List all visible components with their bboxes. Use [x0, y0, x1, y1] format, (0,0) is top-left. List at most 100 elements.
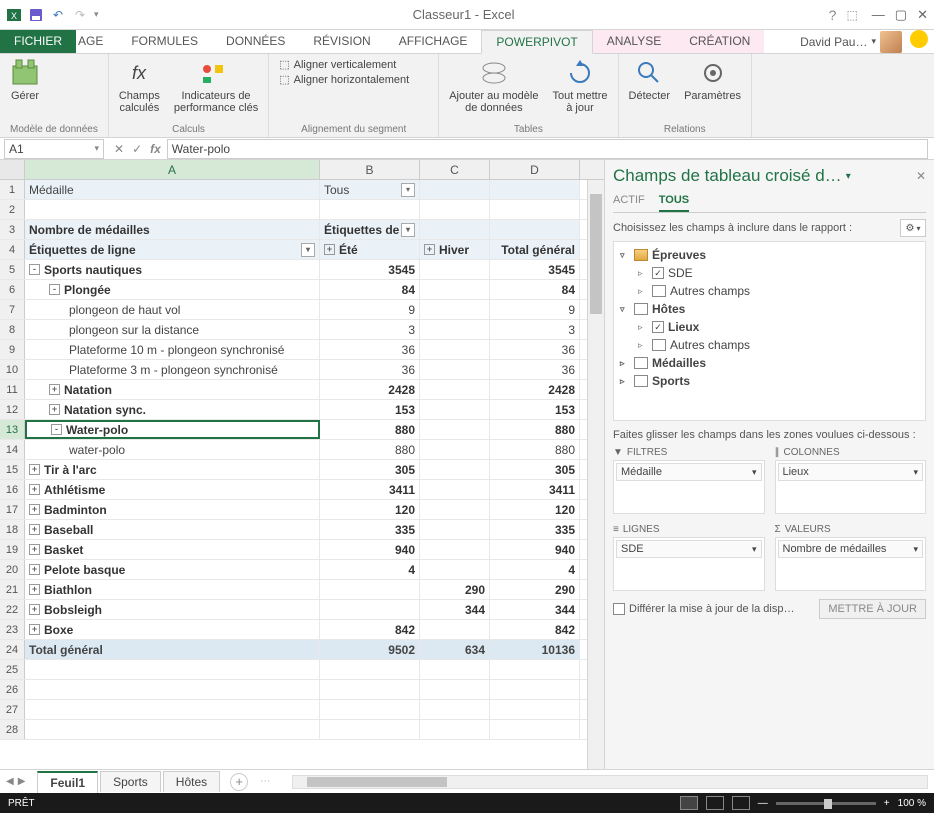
tree-caret-icon[interactable]: ▹ [638, 268, 648, 279]
cell[interactable]: 36 [490, 360, 580, 379]
calc-fields-button[interactable]: fx Champs calculés [119, 58, 160, 114]
cell[interactable]: +Été [320, 240, 420, 259]
filter-item-medaille[interactable]: Médaille▾ [616, 463, 762, 481]
checkbox[interactable]: ✓ [652, 267, 664, 279]
field-tab-actif[interactable]: ACTIF [613, 190, 645, 212]
cell[interactable] [420, 700, 490, 719]
tree-item[interactable]: ▹Sports [614, 372, 925, 390]
row-header[interactable]: 19 [0, 540, 25, 559]
field-tab-tous[interactable]: TOUS [659, 190, 689, 212]
cell[interactable]: 10136 [490, 640, 580, 659]
row-header[interactable]: 21 [0, 580, 25, 599]
cell[interactable]: 335 [490, 520, 580, 539]
cell[interactable]: 120 [320, 500, 420, 519]
col-header-c[interactable]: C [420, 160, 490, 179]
tab-powerpivot[interactable]: POWERPIVOT [481, 30, 592, 54]
kpi-button[interactable]: Indicateurs de performance clés [174, 58, 258, 114]
tree-item[interactable]: ▹Autres champs [614, 282, 925, 300]
row-header[interactable]: 9 [0, 340, 25, 359]
cell[interactable]: 344 [420, 600, 490, 619]
cell[interactable] [420, 220, 490, 239]
cell[interactable]: 9502 [320, 640, 420, 659]
cell[interactable]: 290 [420, 580, 490, 599]
add-sheet-button[interactable]: + [230, 773, 248, 791]
row-header[interactable]: 12 [0, 400, 25, 419]
row-header[interactable]: 15 [0, 460, 25, 479]
cell[interactable]: -Sports nautiques [25, 260, 320, 279]
cell[interactable]: 9 [320, 300, 420, 319]
cell[interactable]: +Basket [25, 540, 320, 559]
cell[interactable]: -Plongée [25, 280, 320, 299]
cell[interactable] [420, 480, 490, 499]
cell[interactable]: Nombre de médailles [25, 220, 320, 239]
cell[interactable]: water-polo [25, 440, 320, 459]
view-layout-icon[interactable] [706, 796, 724, 810]
cell[interactable] [320, 660, 420, 679]
expand-icon[interactable]: + [29, 464, 40, 475]
cell[interactable]: Plateforme 3 m - plongeon synchronisé [25, 360, 320, 379]
tab-revision[interactable]: RÉVISION [299, 30, 384, 53]
cell[interactable] [420, 500, 490, 519]
cell[interactable]: 842 [490, 620, 580, 639]
tab-donnees[interactable]: DONNÉES [212, 30, 299, 53]
fx-icon[interactable]: fx [150, 142, 161, 156]
expand-icon[interactable]: + [29, 564, 40, 575]
row-header[interactable]: 17 [0, 500, 25, 519]
cell[interactable]: +Pelote basque [25, 560, 320, 579]
cell[interactable] [490, 180, 580, 199]
cell[interactable]: 120 [490, 500, 580, 519]
cell[interactable]: 36 [490, 340, 580, 359]
row-header[interactable]: 24 [0, 640, 25, 659]
zoom-slider[interactable] [776, 802, 876, 805]
row-header[interactable]: 18 [0, 520, 25, 539]
cell[interactable]: +Natation [25, 380, 320, 399]
cell[interactable]: 4 [490, 560, 580, 579]
row-header[interactable]: 5 [0, 260, 25, 279]
cell[interactable]: Total général [25, 640, 320, 659]
undo-icon[interactable]: ↶ [50, 7, 66, 23]
cell[interactable] [420, 660, 490, 679]
cell[interactable] [420, 540, 490, 559]
expand-icon[interactable]: + [29, 624, 40, 635]
expand-icon[interactable]: + [29, 604, 40, 615]
user-menu[interactable]: David Pau… ▾ [800, 30, 902, 53]
sheet-prev-icon[interactable]: ◀ [6, 776, 14, 787]
row-header[interactable]: 23 [0, 620, 25, 639]
rows-zone[interactable]: SDE▾ [613, 537, 765, 591]
cell[interactable]: 2428 [490, 380, 580, 399]
expand-icon[interactable]: + [29, 484, 40, 495]
row-header[interactable]: 27 [0, 700, 25, 719]
tree-caret-icon[interactable]: ▹ [638, 340, 648, 351]
cell[interactable]: Étiquettes de▾ [320, 220, 420, 239]
filter-icon[interactable]: ▾ [401, 223, 415, 237]
tab-fichier[interactable]: FICHIER [0, 30, 76, 53]
cell[interactable]: 335 [320, 520, 420, 539]
cell[interactable] [320, 680, 420, 699]
save-icon[interactable] [28, 7, 44, 23]
cell[interactable] [420, 520, 490, 539]
update-button[interactable]: METTRE À JOUR [819, 599, 926, 619]
cell[interactable]: 305 [490, 460, 580, 479]
close-icon[interactable]: ✕ [917, 7, 928, 23]
cell[interactable]: Étiquettes de ligne▾ [25, 240, 320, 259]
expand-icon[interactable]: + [424, 244, 435, 255]
row-header[interactable]: 7 [0, 300, 25, 319]
cell[interactable]: +Boxe [25, 620, 320, 639]
cell[interactable] [420, 180, 490, 199]
cell[interactable]: 3545 [490, 260, 580, 279]
cell[interactable]: 36 [320, 340, 420, 359]
cell[interactable]: 2428 [320, 380, 420, 399]
cell[interactable] [420, 340, 490, 359]
cell[interactable] [420, 360, 490, 379]
cell[interactable]: 3411 [490, 480, 580, 499]
zoom-out-icon[interactable]: — [758, 798, 768, 809]
cell[interactable]: 305 [320, 460, 420, 479]
cell[interactable]: Total général [490, 240, 580, 259]
ribbon-display-icon[interactable]: ⬚ [846, 8, 857, 22]
name-box[interactable]: A1 ▾ [4, 139, 104, 159]
namebox-dropdown-icon[interactable]: ▾ [94, 143, 99, 154]
field-options-button[interactable]: ⚙▾ [900, 219, 926, 237]
cell[interactable]: 880 [320, 440, 420, 459]
cell[interactable]: 290 [490, 580, 580, 599]
cell[interactable] [25, 660, 320, 679]
